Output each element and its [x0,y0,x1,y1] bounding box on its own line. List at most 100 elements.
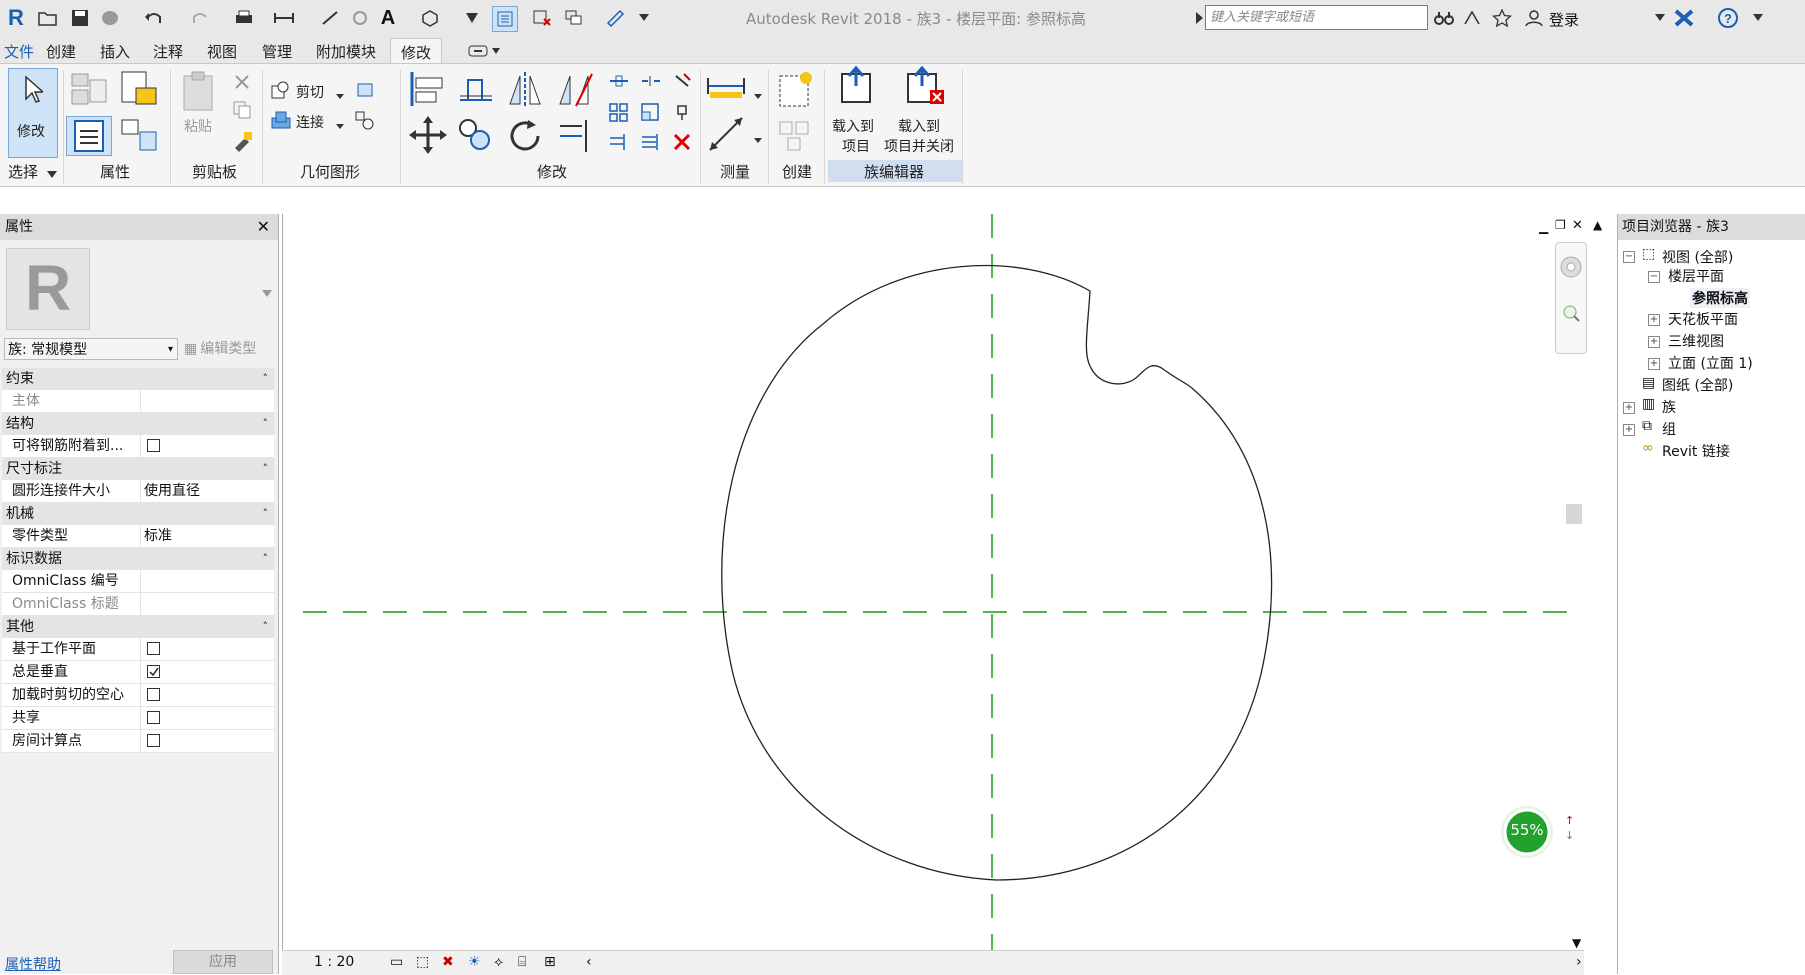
login-link[interactable]: 登录 [1549,9,1579,30]
tree-item-sheets[interactable]: 图纸 (全部) [1662,375,1733,395]
crop-view-icon[interactable]: ⟡ [494,954,503,970]
collapse-chevron-icon[interactable]: ˄ [263,368,269,390]
text-icon[interactable]: A [376,6,400,30]
edit-type-button[interactable]: ▦ 编辑类型 [184,338,276,360]
create-parts-icon[interactable] [776,118,816,158]
tree-item-revit-links[interactable]: Revit 链接 [1662,441,1730,461]
property-checkbox[interactable] [147,642,160,655]
scroll-right-icon[interactable]: › [1576,954,1582,970]
restore-view-icon[interactable]: ❐ [1555,218,1566,232]
expand-elevations-icon[interactable]: + [1648,358,1660,370]
help-dropdown-icon[interactable] [1746,6,1770,30]
property-category[interactable]: 结构 ˄ [2,413,274,435]
property-category[interactable]: 标识数据 ˄ [2,548,274,570]
copy-icon[interactable] [232,100,252,124]
mirror-pick-axis-icon[interactable] [506,70,544,112]
view-scale[interactable]: 1 : 20 [314,954,354,970]
detail-level-icon[interactable]: ▭ [390,954,403,970]
redo-icon[interactable] [188,6,212,30]
collapse-chevron-icon[interactable]: ˄ [263,548,269,570]
tree-item-groups[interactable]: 组 [1662,419,1676,439]
scroll-up-icon[interactable]: ▲ [1593,218,1602,232]
subscription-icon[interactable] [1460,6,1484,30]
tab-annotate[interactable]: 注释 [153,41,183,62]
tab-create[interactable]: 创建 [46,41,76,62]
section-icon[interactable] [460,6,484,30]
revit-logo-icon[interactable]: R [4,5,28,30]
properties-help-link[interactable]: 属性帮助 [5,954,61,974]
scale-icon[interactable] [640,102,662,126]
tree-item-views[interactable]: 视图 (全部) [1662,247,1733,267]
cut-geometry-icon[interactable] [270,80,292,104]
temporary-hide-icon[interactable]: ⊞ [544,954,556,970]
tree-item-elevations[interactable]: 立面 (立面 1) [1668,353,1753,373]
property-category[interactable]: 尺寸标注 ˄ [2,458,274,480]
apply-button[interactable]: 应用 [173,950,273,974]
family-types-icon[interactable] [118,70,160,110]
shadows-icon[interactable]: ✖ [442,954,454,970]
expand-groups-icon[interactable]: + [1623,424,1635,436]
aligned-dimension-icon[interactable] [706,114,746,158]
scroll-left-icon[interactable]: ‹ [586,954,592,970]
tree-item-3d-views[interactable]: 三维视图 [1668,331,1724,351]
collapse-floor-plans-icon[interactable]: − [1648,271,1660,283]
expand-3d-views-icon[interactable]: + [1648,336,1660,348]
property-category[interactable]: 约束 ˄ [2,368,274,390]
exchange-apps-icon[interactable] [1672,6,1696,30]
load-and-close-button[interactable]: 载入到 项目并关闭 [884,65,960,155]
property-value[interactable]: 使用直径 [140,480,278,503]
customize-quick-icon[interactable] [604,6,628,30]
tree-item-families[interactable]: 族 [1662,397,1676,417]
visual-style-icon[interactable]: ⬚ [416,954,429,970]
login-dropdown-icon[interactable] [1648,6,1672,30]
expand-ceiling-plans-icon[interactable]: + [1648,314,1660,326]
collapse-chevron-icon[interactable]: ˄ [263,616,269,638]
collapse-chevron-icon[interactable]: ˄ [263,413,269,435]
3d-view-icon[interactable] [418,6,442,30]
properties-button[interactable] [66,116,112,156]
dropdown-arrow-icon[interactable] [632,6,656,30]
vertical-scrollbar-thumb[interactable] [1566,504,1582,524]
rotate-icon[interactable] [506,116,546,158]
array-icon[interactable] [608,102,630,126]
tab-insert[interactable]: 插入 [100,41,130,62]
split-element-icon[interactable] [608,72,630,94]
show-crop-icon[interactable]: ⌸ [518,954,526,970]
dimension-icon[interactable] [318,6,342,30]
tag-icon[interactable] [348,6,372,30]
collapse-chevron-icon[interactable]: ˄ [263,458,269,480]
property-value[interactable]: 标准 [140,525,278,548]
create-group-icon[interactable] [776,70,816,114]
trim-multiple-icon[interactable] [640,132,662,156]
join-dropdown-icon[interactable] [336,118,344,134]
minimize-view-icon[interactable]: ▁ [1539,220,1548,234]
collapse-views-icon[interactable]: − [1623,251,1635,263]
steering-wheel-icon[interactable] [1559,255,1583,279]
user-icon[interactable] [1522,6,1546,30]
close-view-icon[interactable]: ✕ [1572,218,1583,233]
tab-view[interactable]: 视图 [207,41,237,62]
cut-geometry-label[interactable]: 剪切 [296,82,324,102]
mirror-draw-axis-icon[interactable] [556,70,596,112]
pin-icon[interactable] [672,102,692,126]
move-icon[interactable] [408,116,448,158]
close-hidden-icon[interactable] [530,6,554,30]
binoculars-icon[interactable] [1432,6,1456,30]
offset-icon[interactable] [456,70,496,112]
scroll-down-icon[interactable]: ▼ [1572,936,1581,950]
family-category-icon[interactable] [70,70,110,110]
property-value[interactable] [140,570,278,593]
tree-item-ceiling-plans[interactable]: 天花板平面 [1668,309,1738,329]
search-input[interactable]: 键入关键字或短语 [1205,5,1428,30]
dimension-dropdown-icon[interactable] [754,132,762,148]
expand-families-icon[interactable]: + [1623,402,1635,414]
circular-profile-sketch[interactable] [721,265,1273,881]
help-icon[interactable]: ? [1716,6,1740,30]
property-checkbox[interactable] [147,734,160,747]
property-checkbox[interactable] [147,711,160,724]
delete-icon[interactable] [672,132,692,156]
type-properties-icon[interactable] [118,116,160,154]
tree-item-ref-level[interactable]: 参照标高 [1690,288,1750,308]
collapse-chevron-icon[interactable]: ˄ [263,503,269,525]
favorites-star-icon[interactable] [1490,6,1514,30]
